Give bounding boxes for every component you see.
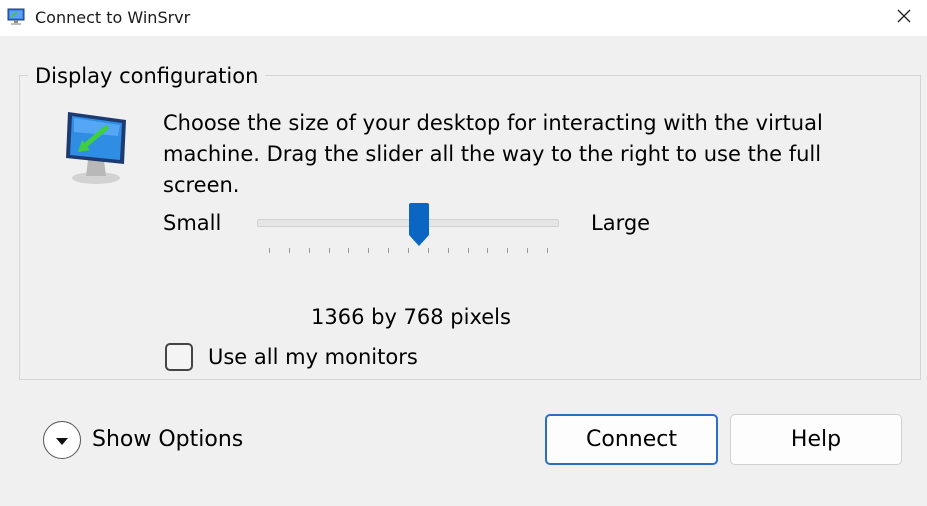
display-description: Choose the size of your desktop for inte… <box>163 111 823 197</box>
slider-tick <box>428 248 429 253</box>
slider-tick <box>348 248 349 253</box>
connect-button[interactable]: Connect <box>545 414 718 465</box>
close-icon <box>896 8 912 28</box>
desktop-size-slider[interactable] <box>255 200 561 260</box>
slider-tick <box>487 248 488 253</box>
close-button[interactable] <box>881 0 927 36</box>
slider-tick <box>289 248 290 253</box>
help-button[interactable]: Help <box>730 414 902 465</box>
show-options-toggle[interactable]: Show Options <box>43 419 243 461</box>
slider-tick <box>269 248 270 253</box>
slider-ticks <box>269 248 548 256</box>
monitor-icon <box>60 106 136 186</box>
chevron-down-icon <box>55 431 69 450</box>
slider-tick <box>547 248 548 253</box>
slider-min-label: Small <box>163 211 222 235</box>
use-all-monitors-label[interactable]: Use all my monitors <box>208 342 418 372</box>
slider-tick <box>527 248 528 253</box>
slider-tick <box>448 248 449 253</box>
checkbox-box[interactable] <box>165 343 193 371</box>
slider-tick <box>388 248 389 253</box>
display-config-label: Display configuration <box>28 62 266 90</box>
connect-dialog: Connect to WinSrvr Display configuration… <box>0 0 927 506</box>
window-title: Connect to WinSrvr <box>35 8 191 27</box>
remote-desktop-icon <box>6 7 26 27</box>
use-all-monitors-checkbox[interactable]: Use all my monitors <box>165 341 418 373</box>
slider-tick <box>468 248 469 253</box>
slider-tick <box>309 248 310 253</box>
title-bar: Connect to WinSrvr <box>0 0 927 36</box>
slider-tick <box>507 248 508 253</box>
show-options-label[interactable]: Show Options <box>92 425 243 455</box>
expand-options-button[interactable] <box>43 421 81 459</box>
slider-tick <box>408 248 409 253</box>
slider-tick <box>329 248 330 253</box>
resolution-text: 1366 by 768 pixels <box>311 305 511 329</box>
slider-thumb[interactable] <box>407 203 431 247</box>
slider-tick <box>368 248 369 253</box>
slider-max-label: Large <box>591 211 651 235</box>
